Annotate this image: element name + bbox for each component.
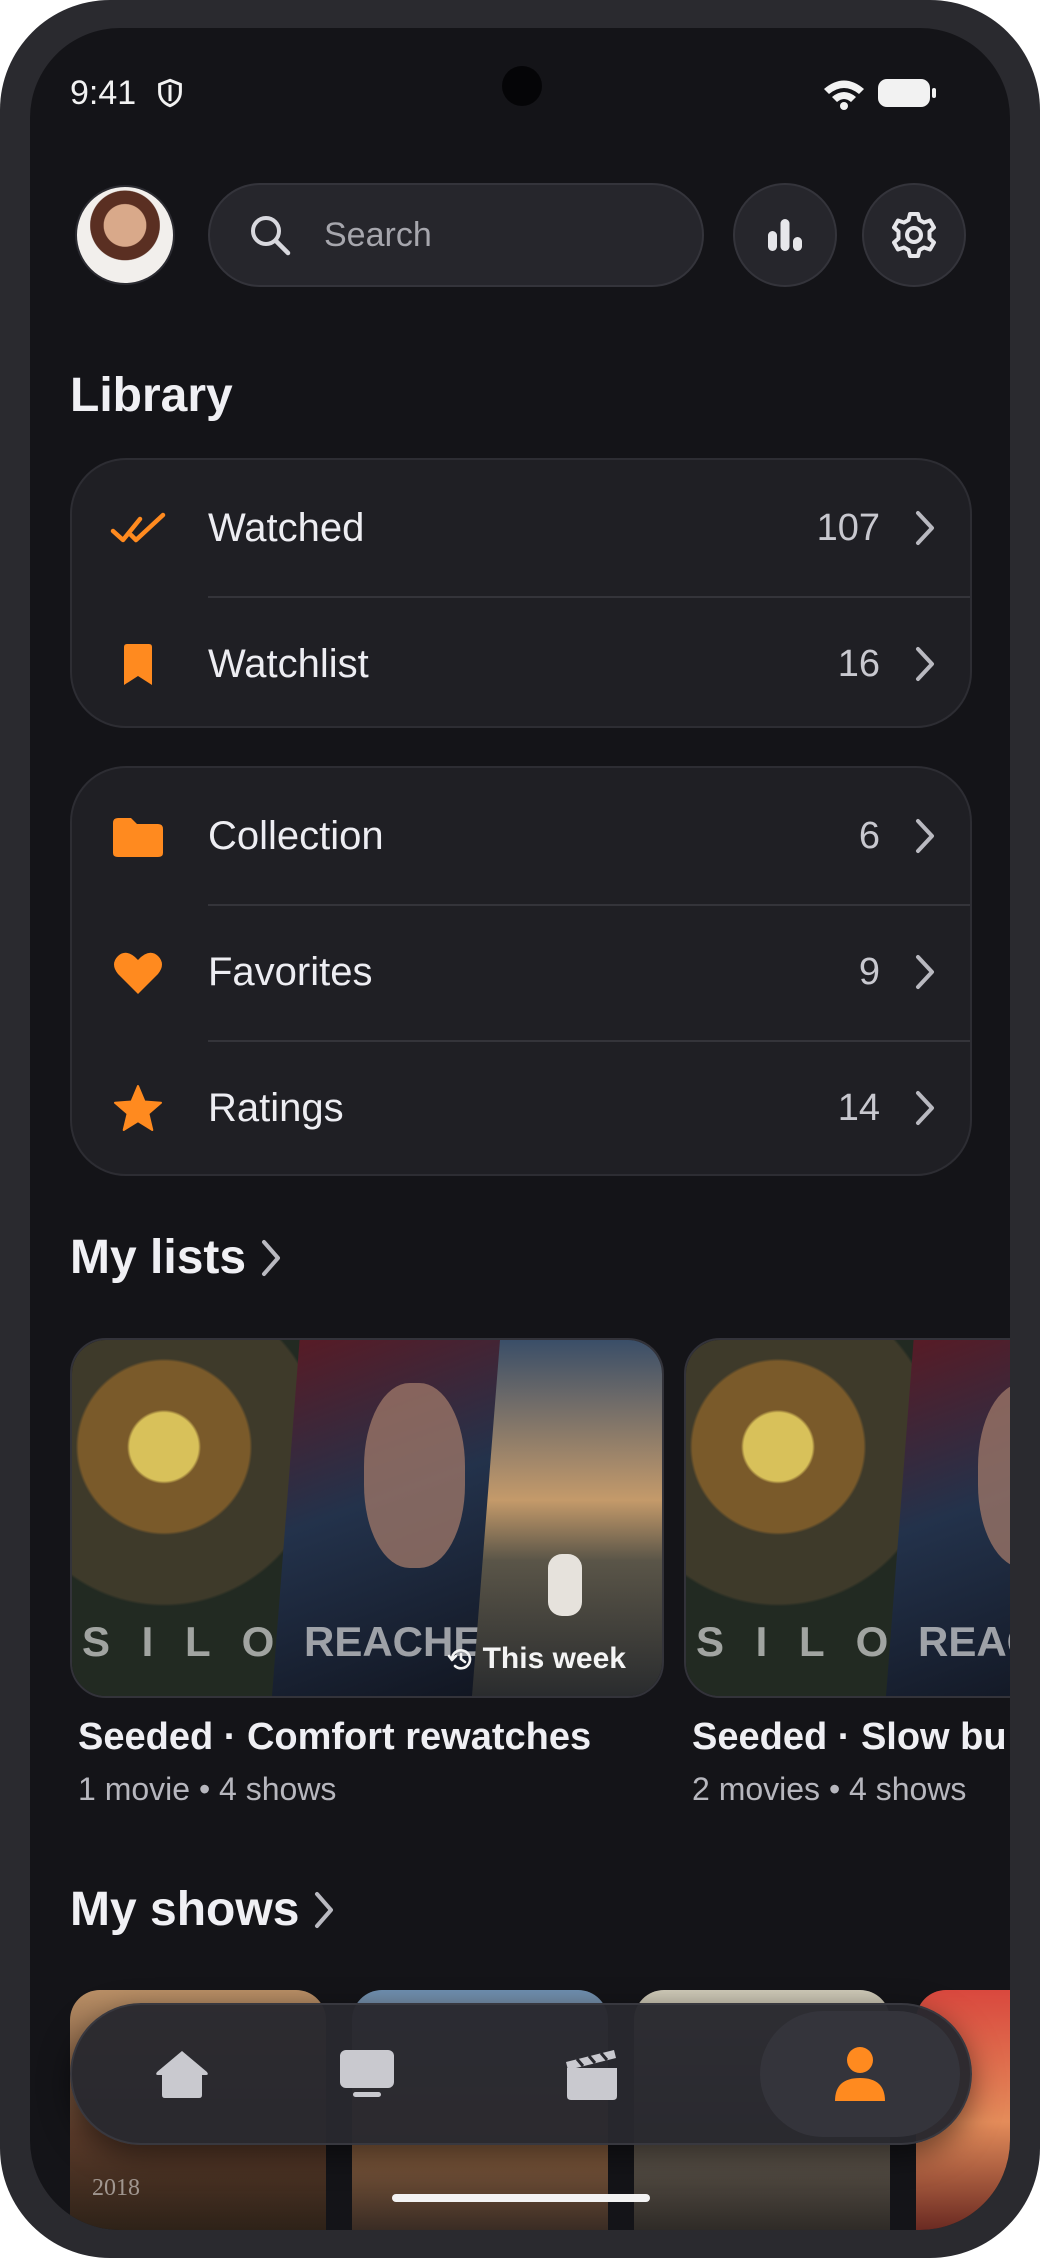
front-camera [502, 66, 542, 106]
nav-movies[interactable] [492, 2005, 692, 2143]
search-input[interactable]: Search [208, 183, 704, 287]
row-label: Watched [208, 505, 365, 550]
search-icon [251, 216, 291, 256]
row-count: 6 [858, 814, 880, 857]
library-card-1: Watched 107 Watchlist 16 [70, 458, 972, 728]
poster-silo: S I L O [686, 1340, 916, 1696]
library-row-collection[interactable]: Collection 6 [72, 768, 970, 904]
library-card-2: Collection 6 Favorites 9 Ratings 14 [70, 766, 972, 1176]
screen: 9:41 Search Library Watched 107 Watchlis… [30, 28, 1010, 2230]
list-subtitle: 2 movies • 4 shows [692, 1771, 967, 1807]
list-card[interactable]: S I L O REACHER This week Seeded · Comfo… [70, 1338, 664, 1808]
list-card[interactable]: S I L O REACH Seeded · Slow bu 2 movies … [684, 1338, 1010, 1808]
wifi-icon [824, 80, 864, 110]
status-bar: 9:41 [30, 28, 1010, 138]
history-icon [447, 1649, 471, 1670]
library-row-favorites[interactable]: Favorites 9 [72, 904, 970, 1040]
list-title: Seeded · Comfort rewatches [78, 1716, 592, 1758]
row-label: Watchlist [208, 641, 369, 686]
library-row-ratings[interactable]: Ratings 14 [72, 1040, 970, 1174]
chevron-right-icon [916, 647, 934, 681]
shield-icon [158, 78, 182, 108]
bookmark-icon [110, 642, 166, 688]
stats-button[interactable] [733, 183, 837, 287]
my-lists-header[interactable]: My lists [70, 1230, 282, 1285]
my-lists-title: My lists [70, 1231, 247, 1284]
row-label: Collection [208, 813, 384, 858]
heart-icon [110, 950, 166, 996]
chevron-right-icon [916, 511, 934, 545]
my-shows-header[interactable]: My shows [70, 1882, 335, 1937]
chevron-right-icon [916, 1091, 934, 1125]
this-week-badge: This week [447, 1642, 626, 1676]
double-check-icon [110, 506, 166, 552]
chevron-right-icon [315, 1891, 334, 1928]
folder-icon [110, 814, 166, 860]
row-count: 9 [858, 950, 880, 993]
poster-silo: S I L O [72, 1340, 302, 1696]
home-indicator [392, 2194, 650, 2202]
gear-icon [892, 212, 936, 258]
bar-chart-icon [768, 219, 802, 251]
list-title: Seeded · Slow bu [692, 1716, 1007, 1758]
library-row-watchlist[interactable]: Watchlist 16 [72, 596, 970, 726]
show-poster-text: 2018 [92, 2175, 140, 2201]
library-title: Library [70, 368, 233, 423]
list-subtitle: 1 movie • 4 shows [78, 1771, 337, 1807]
clapperboard-icon [566, 2050, 617, 2100]
library-row-watched[interactable]: Watched 107 [72, 460, 970, 596]
phone-frame: 9:41 Search Library Watched 107 Watchlis… [0, 0, 1040, 2258]
person-icon [835, 2047, 885, 2101]
search-placeholder: Search [324, 215, 432, 254]
nav-tv[interactable] [267, 2005, 467, 2143]
poster-text: S I L O [82, 1618, 285, 1665]
bottom-nav [70, 2003, 972, 2145]
settings-button[interactable] [862, 183, 966, 287]
battery-icon [878, 79, 936, 107]
row-count: 14 [837, 1086, 880, 1129]
library-title-text: Library [70, 369, 233, 422]
poster-text: S I L O [696, 1618, 899, 1665]
row-label: Ratings [208, 1085, 344, 1130]
chevron-right-icon [262, 1239, 281, 1276]
list-collage: S I L O REACHER This week [70, 1338, 664, 1698]
home-icon [156, 2051, 208, 2098]
nav-home[interactable] [82, 2005, 282, 2143]
row-label: Favorites [208, 949, 373, 994]
star-icon [110, 1085, 166, 1132]
chevron-right-icon [916, 819, 934, 853]
poster-text: REACH [918, 1618, 1010, 1665]
tv-icon [340, 2050, 394, 2097]
badge-text: This week [482, 1642, 626, 1675]
row-count: 16 [837, 642, 880, 685]
row-count: 107 [816, 506, 880, 549]
nav-profile[interactable] [760, 2011, 960, 2137]
my-shows-title: My shows [70, 1883, 300, 1936]
avatar[interactable] [75, 185, 175, 285]
chevron-right-icon [916, 955, 934, 989]
status-time: 9:41 [70, 74, 137, 112]
list-collage: S I L O REACH [684, 1338, 1010, 1698]
